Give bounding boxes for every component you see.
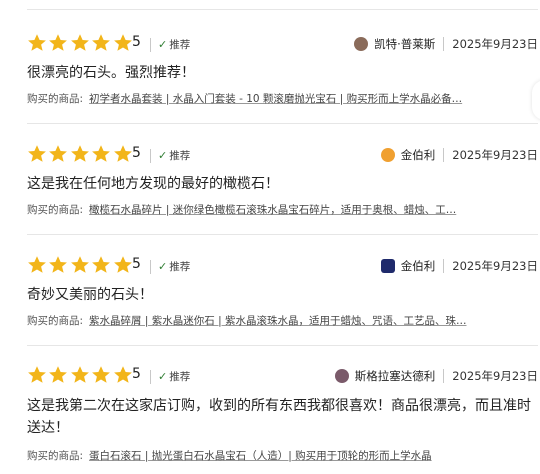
purchased-label: 购买的商品: [27,450,84,462]
reviewer-name[interactable]: 凯特·普莱斯 [374,36,435,52]
recommend-label: 推荐 [169,261,191,273]
rating-score: 5 [132,366,141,382]
scroll-handle[interactable] [532,80,540,120]
star-icon [48,365,68,385]
divider [27,123,538,124]
purchased-item: 购买的商品: 蛋白石滚石 | 抛光蛋白石水晶宝石（人造）| 购买用于顶轮的形而上学… [27,448,538,463]
star-icon [70,365,90,385]
divider [443,259,445,273]
divider [150,260,151,274]
review-item: 5 ✓ 推荐 凯特·普莱斯 2025年9月23日 很漂亮的石头。强烈推荐！ 购买的… [27,33,538,124]
review-item: 5 ✓ 推荐 金伯利 2025年9月23日 奇妙又美丽的石头！ 购买的商品: 紫水晶… [27,255,538,346]
star-icon [27,255,47,275]
recommend-label: 推荐 [169,39,191,51]
check-icon: ✓ [158,38,168,51]
recommend-badge: ✓ 推荐 [158,259,190,274]
purchased-item: 购买的商品: 初学者水晶套装 | 水晶入门套装 - 10 颗滚磨抛光宝石 | 购买… [27,91,538,106]
star-icon [113,33,133,53]
divider [27,234,538,235]
purchased-label: 购买的商品: [27,315,84,327]
product-link[interactable]: 橄榄石水晶碎片 | 迷你绿色橄榄石滚珠水晶宝石碎片，适用于奥根、蜡烛、工… [89,204,456,216]
rating-score: 5 [132,34,141,50]
divider [443,369,445,383]
avatar [334,369,349,383]
divider [27,9,538,10]
review-text: 很漂亮的石头。强烈推荐！ [27,65,195,81]
star-icon [113,144,133,164]
star-icon [70,33,90,53]
star-icon [113,365,133,385]
check-icon: ✓ [158,149,168,162]
divider [443,148,445,162]
recommend-badge: ✓ 推荐 [158,37,190,52]
star-icon [91,33,111,53]
star-icon [91,365,111,385]
recommend-label: 推荐 [169,371,191,383]
star-rating [27,255,134,277]
star-icon [27,365,47,385]
star-icon [27,33,47,53]
divider [27,345,538,346]
rating-score: 5 [132,145,141,161]
star-rating [27,144,134,166]
star-icon [48,144,68,164]
star-icon [48,33,68,53]
divider [150,38,151,52]
star-icon [48,255,68,275]
rating-score: 5 [132,256,141,272]
review-text: 奇妙又美丽的石头！ [27,287,153,303]
review-text: 这是我在任何地方发现的最好的橄榄石！ [27,176,279,192]
check-icon: ✓ [158,370,168,383]
review-date: 2025年9月23日 [452,148,538,162]
purchased-label: 购买的商品: [27,204,84,216]
recommend-badge: ✓ 推荐 [158,369,190,384]
star-icon [91,144,111,164]
star-icon [70,144,90,164]
product-link[interactable]: 初学者水晶套装 | 水晶入门套装 - 10 颗滚磨抛光宝石 | 购买形而上学水晶… [89,93,462,105]
star-icon [91,255,111,275]
review-item: 5 ✓ 推荐 金伯利 2025年9月23日 这是我在任何地方发现的最好的橄榄石！ … [27,144,538,235]
recommend-badge: ✓ 推荐 [158,148,190,163]
review-date: 2025年9月23日 [452,259,538,273]
reviewer-name[interactable]: 斯格拉塞达德利 [355,368,436,384]
divider [150,149,151,163]
divider [150,370,151,384]
reviewer-name[interactable]: 金伯利 [401,147,436,163]
review-date: 2025年9月23日 [452,369,538,383]
check-icon: ✓ [158,260,168,273]
recommend-label: 推荐 [169,150,191,162]
star-icon [27,144,47,164]
avatar [354,37,369,51]
purchased-item: 购买的商品: 橄榄石水晶碎片 | 迷你绿色橄榄石滚珠水晶宝石碎片，适用于奥根、蜡烛… [27,202,538,217]
review-text: 这是我第二次在这家店订购，收到的所有东西我都很喜欢！商品很漂亮，而且准时送达！ [27,398,531,436]
reviews-panel: 5 ✓ 推荐 凯特·普莱斯 2025年9月23日 很漂亮的石头。强烈推荐！ 购买的… [0,0,540,474]
star-icon [70,255,90,275]
star-rating [27,365,134,387]
review-item: 5 ✓ 推荐 斯格拉塞达德利 2025年9月23日 这是我第二次在这家店订购，收到… [27,365,538,462]
purchased-label: 购买的商品: [27,93,84,105]
reviewer-name[interactable]: 金伯利 [401,258,436,274]
product-link[interactable]: 紫水晶碎屑 | 紫水晶迷你石 | 紫水晶滚珠水晶，适用于蜡烛、咒语、工艺品、珠… [89,315,466,327]
avatar [380,148,395,162]
avatar [380,259,395,273]
star-rating [27,33,134,55]
divider [443,37,445,51]
review-date: 2025年9月23日 [452,37,538,51]
purchased-item: 购买的商品: 紫水晶碎屑 | 紫水晶迷你石 | 紫水晶滚珠水晶，适用于蜡烛、咒语、… [27,313,538,328]
product-link[interactable]: 蛋白石滚石 | 抛光蛋白石水晶宝石（人造）| 购买用于顶轮的形而上学水晶 [89,450,432,462]
star-icon [113,255,133,275]
